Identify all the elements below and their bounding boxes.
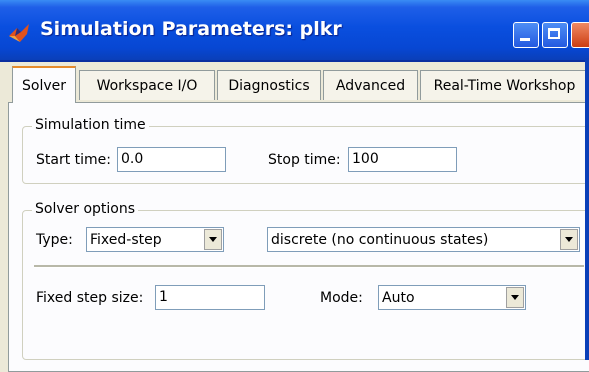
stop-time-label: Stop time:	[268, 152, 341, 168]
title-bar[interactable]: Simulation Parameters: plkr	[0, 0, 589, 62]
window-title: Simulation Parameters: plkr	[40, 18, 342, 40]
chevron-down-icon[interactable]	[204, 229, 222, 250]
chevron-down-icon[interactable]	[506, 287, 524, 308]
simulation-time-label: Simulation time	[32, 117, 149, 133]
mode-select[interactable]: Auto	[378, 285, 526, 310]
minimize-icon	[520, 38, 530, 41]
window-frame-edge	[585, 58, 589, 360]
tab-advanced[interactable]: Advanced	[323, 70, 418, 100]
separator	[34, 265, 584, 268]
maximize-icon	[548, 28, 560, 39]
start-time-label: Start time:	[36, 152, 111, 168]
type-label: Type:	[36, 232, 73, 248]
tab-solver[interactable]: Solver	[12, 66, 76, 103]
start-time-input[interactable]: 0.0	[117, 147, 226, 172]
matlab-simulink-icon	[9, 24, 29, 42]
solver-type-value: Fixed-step	[90, 232, 162, 248]
tab-real-time-workshop[interactable]: Real-Time Workshop	[420, 70, 589, 100]
fixed-step-size-input[interactable]: 1	[155, 285, 265, 310]
maximize-button[interactable]	[542, 22, 568, 48]
fixed-step-size-label: Fixed step size:	[36, 290, 144, 306]
tab-diagnostics[interactable]: Diagnostics	[217, 70, 321, 100]
chevron-down-icon[interactable]	[560, 229, 578, 250]
solver-select[interactable]: discrete (no continuous states)	[267, 227, 580, 252]
mode-value: Auto	[382, 290, 415, 306]
close-button[interactable]	[571, 22, 589, 48]
mode-label: Mode:	[320, 290, 363, 306]
stop-time-input[interactable]: 100	[348, 147, 457, 172]
tab-strip: Solver Workspace I/O Diagnostics Advance…	[0, 66, 589, 103]
solver-value: discrete (no continuous states)	[271, 232, 489, 248]
minimize-button[interactable]	[513, 22, 539, 48]
solver-type-select[interactable]: Fixed-step	[86, 227, 224, 252]
tab-workspace-io[interactable]: Workspace I/O	[79, 70, 215, 100]
solver-options-label: Solver options	[32, 201, 139, 217]
